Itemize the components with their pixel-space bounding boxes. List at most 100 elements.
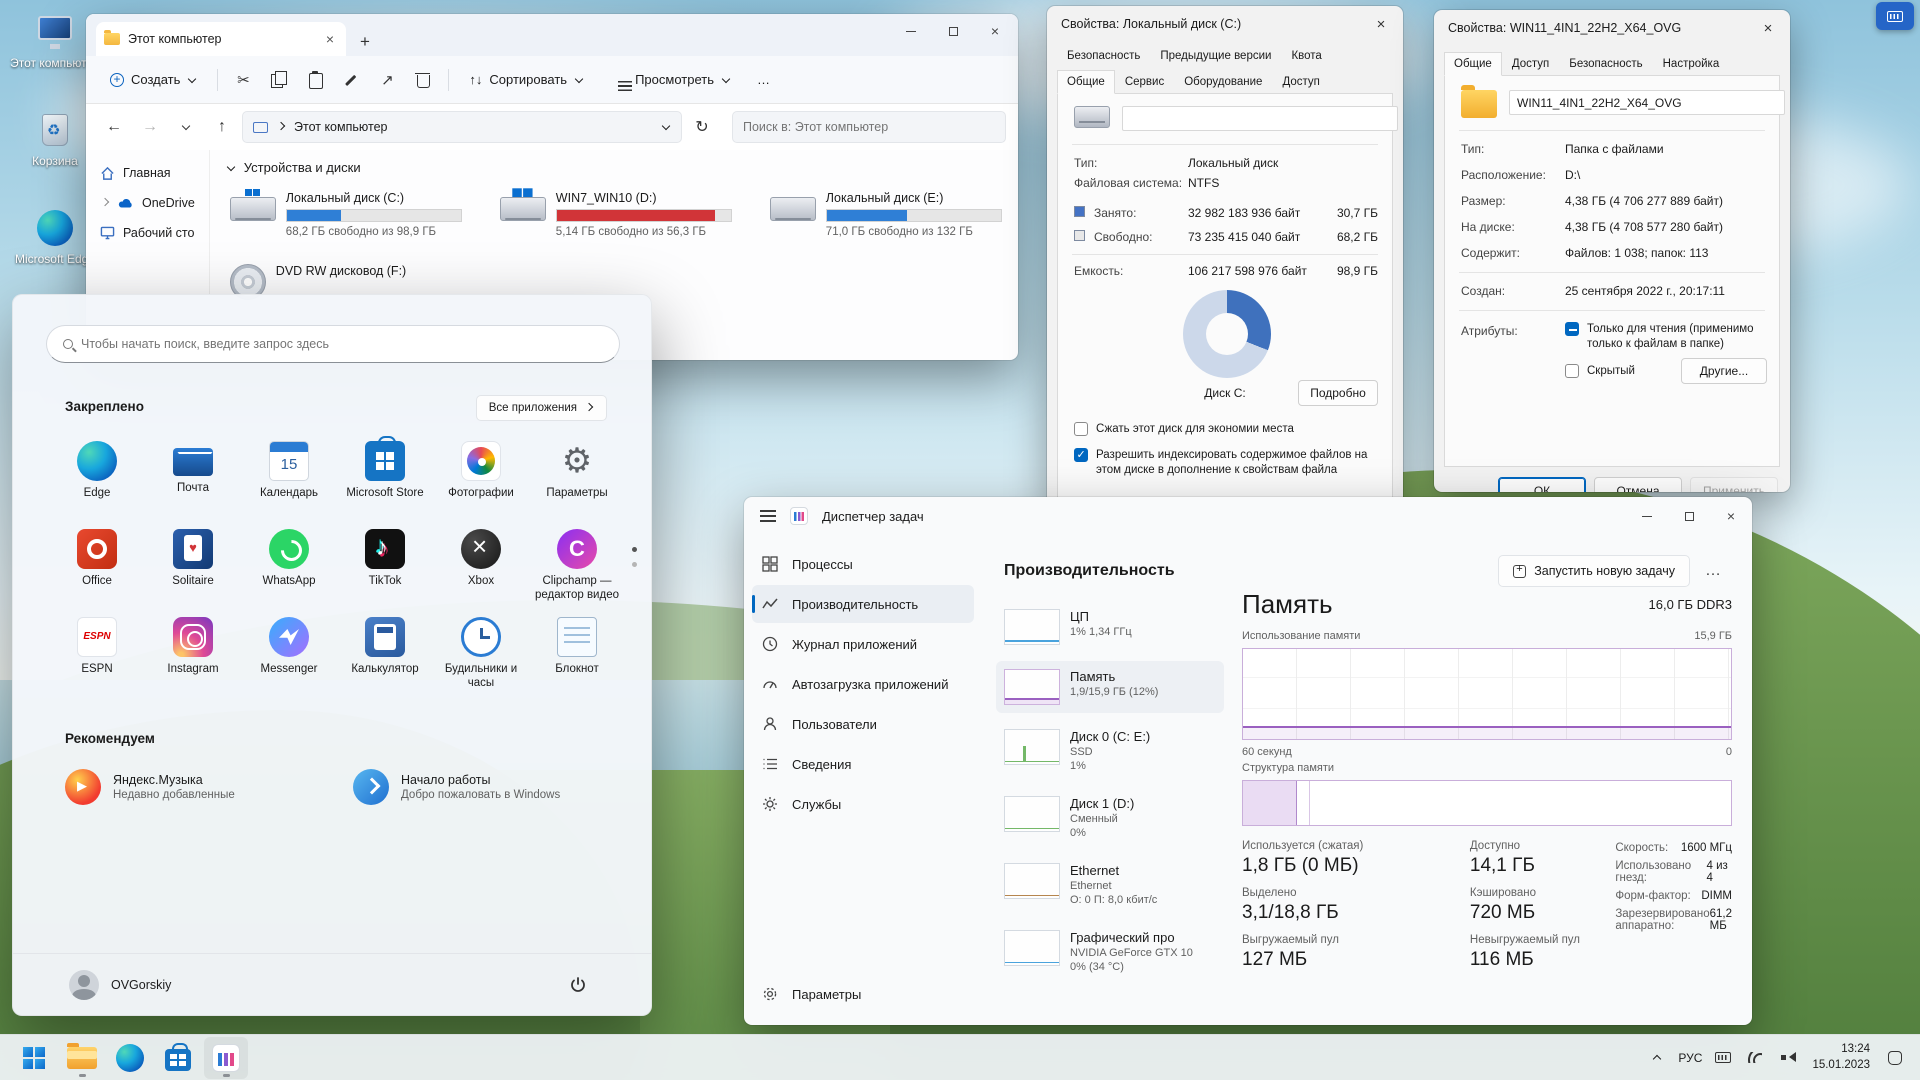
tab-general[interactable]: Общие (1444, 52, 1502, 76)
collapse-chevron-icon[interactable] (227, 162, 235, 170)
close-button[interactable]: × (1359, 7, 1403, 41)
sidebar-item-desktop[interactable]: Рабочий сто (92, 218, 203, 248)
delete-icon[interactable] (408, 65, 438, 95)
tab-tools[interactable]: Сервис (1115, 70, 1174, 94)
sidebar-item-onedrive[interactable]: OneDrive (92, 188, 203, 218)
nav-processes[interactable]: Процессы (752, 545, 974, 583)
metric-disk0[interactable]: Диск 0 (C: E:) SSD 1% (996, 721, 1224, 780)
notification-center-button[interactable] (1880, 1040, 1910, 1076)
other-attributes-button[interactable]: Другие... (1681, 358, 1767, 384)
new-tab-button[interactable]: + (346, 32, 384, 56)
up-button[interactable]: ↑ (206, 111, 238, 143)
index-checkbox[interactable] (1074, 448, 1088, 462)
drive-e[interactable]: Локальный диск (E:) 71,0 ГБ свободно из … (766, 187, 1018, 242)
tab-previous-versions[interactable]: Предыдущие версии (1150, 44, 1281, 68)
tab-security[interactable]: Безопасность (1057, 44, 1150, 68)
maximize-button[interactable] (1668, 499, 1710, 533)
history-dropdown[interactable] (170, 111, 202, 143)
metric-disk1[interactable]: Диск 1 (D:) Сменный 0% (996, 788, 1224, 847)
explorer-search-input[interactable] (743, 120, 995, 134)
minimize-button[interactable] (1626, 499, 1668, 533)
copy-icon[interactable] (264, 65, 294, 95)
pinned-pagination-dots[interactable] (632, 547, 637, 567)
view-button[interactable]: Просмотреть (600, 65, 741, 95)
tab-customize[interactable]: Настройка (1653, 52, 1730, 76)
sort-button[interactable]: ↑↓ Сортировать (459, 66, 594, 93)
network-tray-icon[interactable] (1740, 1040, 1770, 1076)
explorer-tab-bar[interactable]: Этот компьютер × + × (86, 14, 1018, 56)
recommended-item-yandex-music[interactable]: Яндекс.Музыка Недавно добавленные (55, 761, 335, 813)
start-app-mail[interactable]: Почта (145, 435, 241, 523)
refresh-button[interactable]: ↻ (686, 111, 718, 143)
hidden-checkbox-row[interactable]: Скрытый (1565, 364, 1635, 379)
maximize-button[interactable] (932, 14, 974, 48)
forward-button[interactable]: → (134, 111, 166, 143)
tab-quota[interactable]: Квота (1281, 44, 1331, 68)
hidden-checkbox[interactable] (1565, 364, 1579, 378)
explorer-search-box[interactable] (732, 111, 1006, 143)
tab-hardware[interactable]: Оборудование (1174, 70, 1272, 94)
taskbar-store-button[interactable] (156, 1037, 200, 1079)
folder-name-field[interactable] (1509, 90, 1785, 115)
nav-users[interactable]: Пользователи (752, 705, 974, 743)
ok-button[interactable]: ОК (1498, 477, 1586, 492)
explorer-tab[interactable]: Этот компьютер × (96, 22, 346, 56)
close-button[interactable]: × (1746, 11, 1790, 45)
start-app-clipchamp[interactable]: Clipchamp — редактор видео (529, 523, 625, 611)
details-button[interactable]: Подробно (1298, 380, 1378, 406)
address-dropdown-icon[interactable] (662, 122, 670, 130)
power-button[interactable] (561, 968, 595, 1002)
tab-general[interactable]: Общие (1057, 70, 1115, 94)
keyboard-tray-icon[interactable] (1708, 1040, 1738, 1076)
nav-details[interactable]: Сведения (752, 745, 974, 783)
taskbar-explorer-button[interactable] (60, 1037, 104, 1079)
cut-icon[interactable]: ✂ (228, 65, 258, 95)
cancel-button[interactable]: Отмена (1594, 477, 1682, 492)
readonly-checkbox-row[interactable]: Только для чтения (применимо только к фа… (1565, 322, 1767, 352)
start-app-office[interactable]: Office (49, 523, 145, 611)
more-options-button[interactable]: … (1698, 562, 1728, 580)
start-app-solitaire[interactable]: Solitaire (145, 523, 241, 611)
start-app-edge[interactable]: Edge (49, 435, 145, 523)
section-devices-and-drives[interactable]: Устройства и диски (226, 160, 1018, 175)
volume-tray-icon[interactable] (1772, 1040, 1802, 1076)
start-search-input[interactable] (81, 337, 603, 351)
task-manager-title-bar[interactable]: Диспетчер задач × (744, 497, 1752, 535)
start-app-settings[interactable]: Параметры (529, 435, 625, 523)
start-app-notepad[interactable]: Блокнот (529, 611, 625, 699)
metric-memory[interactable]: Память 1,9/15,9 ГБ (12%) (996, 661, 1224, 713)
more-button[interactable]: … (747, 66, 780, 93)
rename-icon[interactable] (336, 65, 366, 95)
compress-checkbox-row[interactable]: Сжать этот диск для экономии места (1074, 422, 1378, 437)
start-app-calculator[interactable]: Калькулятор (337, 611, 433, 699)
sidebar-item-home[interactable]: Главная (92, 158, 203, 188)
nav-app-history[interactable]: Журнал приложений (752, 625, 974, 663)
paste-icon[interactable] (300, 65, 330, 95)
taskbar-clock[interactable]: 13:24 15.01.2023 (1804, 1042, 1878, 1073)
back-button[interactable]: ← (98, 111, 130, 143)
start-app-instagram[interactable]: Instagram (145, 611, 241, 699)
expand-chevron-icon[interactable] (101, 198, 109, 206)
start-app-calendar[interactable]: Календарь (241, 435, 337, 523)
readonly-checkbox[interactable] (1565, 322, 1579, 336)
start-app-tiktok[interactable]: TikTok (337, 523, 433, 611)
new-button[interactable]: + Создать (100, 66, 207, 93)
hidden-icons-button[interactable] (1642, 1040, 1672, 1076)
recommended-item-get-started[interactable]: Начало работы Добро пожаловать в Windows (343, 761, 623, 813)
taskbar-edge-button[interactable] (108, 1037, 152, 1079)
start-app-whatsapp[interactable]: WhatsApp (241, 523, 337, 611)
drive-c[interactable]: Локальный диск (C:) 68,2 ГБ свободно из … (226, 187, 488, 242)
start-app-photos[interactable]: Фотографии (433, 435, 529, 523)
menu-icon[interactable] (760, 510, 776, 522)
share-icon[interactable]: ↗ (372, 65, 402, 95)
touch-keyboard-badge[interactable] (1876, 2, 1914, 30)
start-search-box[interactable] (46, 325, 620, 363)
nav-settings[interactable]: Параметры (752, 975, 974, 1013)
start-app-xbox[interactable]: Xbox (433, 523, 529, 611)
all-apps-button[interactable]: Все приложения (476, 395, 607, 421)
tab-security[interactable]: Безопасность (1559, 52, 1652, 76)
compress-checkbox[interactable] (1074, 422, 1088, 436)
start-app-messenger[interactable]: Messenger (241, 611, 337, 699)
run-new-task-button[interactable]: Запустить новую задачу (1498, 555, 1690, 587)
language-indicator[interactable]: РУС (1674, 1040, 1706, 1076)
